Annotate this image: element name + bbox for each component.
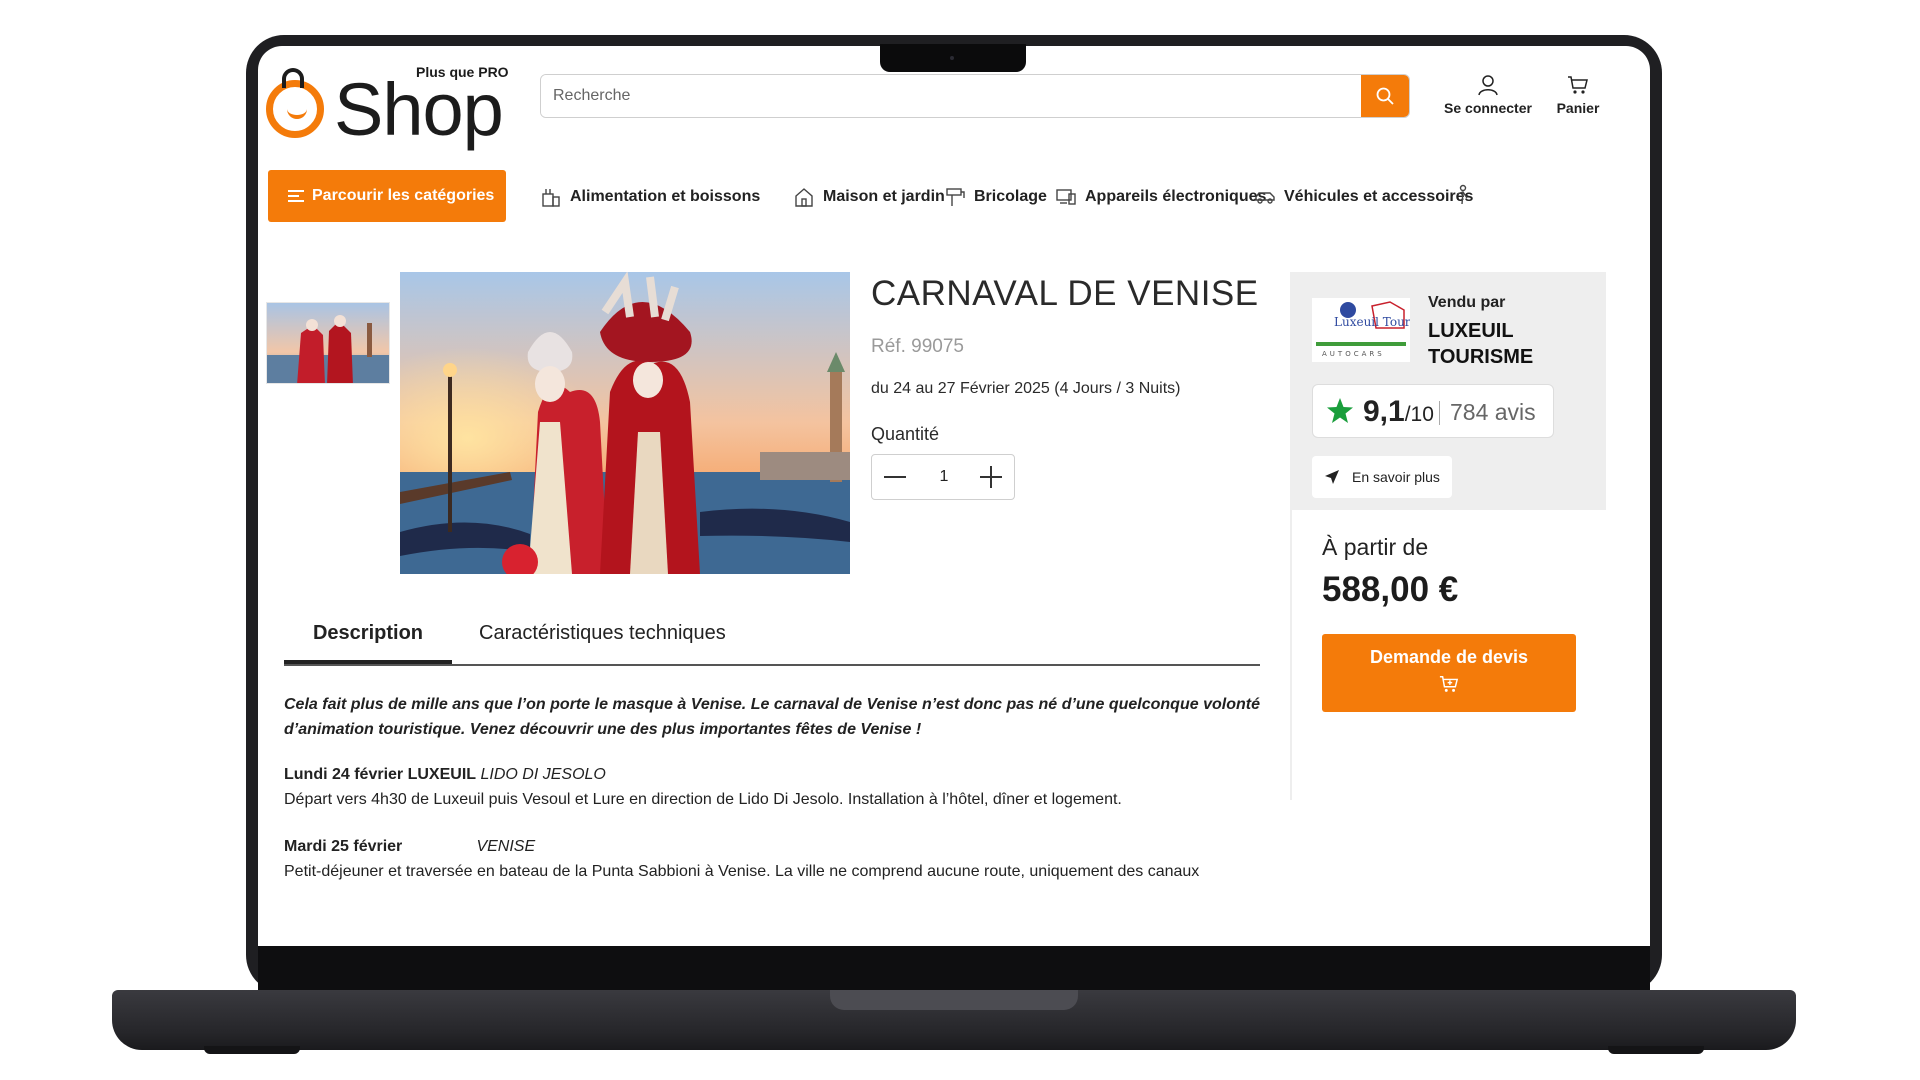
price-from-label: À partir de bbox=[1322, 534, 1429, 560]
itinerary-day: Lundi 24 février LUXEUIL LIDO DI JESOLO … bbox=[284, 762, 1260, 812]
cart-add-icon bbox=[1439, 675, 1459, 692]
devices-icon bbox=[1056, 189, 1076, 205]
product-reference: Réf. 99075 bbox=[871, 336, 964, 357]
car-icon bbox=[1255, 192, 1275, 204]
nav-item-overflow[interactable] bbox=[1452, 184, 1474, 210]
rating-divider bbox=[1439, 401, 1440, 425]
day-place: LIDO DI JESOLO bbox=[480, 766, 606, 783]
carnival-thumbnail-image bbox=[267, 303, 389, 383]
day-title: Mardi 25 février bbox=[284, 838, 403, 855]
sold-by-label: Vendu par bbox=[1428, 294, 1506, 311]
search-bar bbox=[540, 74, 1410, 118]
laptop-foot-right bbox=[1608, 1046, 1704, 1054]
day-place: VENISE bbox=[476, 838, 536, 855]
camera-notch bbox=[880, 44, 1026, 72]
cart-icon bbox=[1568, 76, 1588, 94]
tab-description[interactable]: Description bbox=[284, 598, 452, 664]
carnival-venice-image bbox=[400, 272, 850, 574]
nav-item-label: Appareils électroniques bbox=[1085, 188, 1267, 205]
product-title: CARNAVAL DE VENISE bbox=[871, 274, 1259, 313]
product-main-image[interactable] bbox=[400, 272, 850, 574]
description-content: Cela fait plus de mille ans que l’on por… bbox=[284, 692, 1260, 884]
star-icon bbox=[1327, 398, 1353, 423]
login-label: Se connecter bbox=[1444, 100, 1532, 116]
nav-item-label: Bricolage bbox=[974, 188, 1047, 205]
request-quote-label: Demande de devis bbox=[1369, 646, 1529, 667]
rating-score: 9,1/10 bbox=[1363, 395, 1434, 428]
rating-badge[interactable]: 9,1/10 784 avis bbox=[1312, 384, 1554, 438]
food-icon bbox=[542, 189, 560, 207]
browse-categories-label: Parcourir les catégories bbox=[312, 187, 495, 204]
product-tabs: Description Caractéristiques techniques bbox=[284, 598, 1260, 666]
nav-item-label: Maison et jardin bbox=[823, 188, 945, 205]
base-groove bbox=[830, 990, 1078, 1010]
day-text: Petit-déjeuner et traversée en bateau de… bbox=[284, 863, 1200, 880]
decrease-quantity-button[interactable] bbox=[872, 455, 918, 499]
nav-item-label: Véhicules et accessoires bbox=[1284, 188, 1474, 205]
nav-item-home-garden[interactable]: Maison et jardin bbox=[793, 184, 945, 210]
logo-handle bbox=[282, 68, 304, 88]
product-thumbnail[interactable] bbox=[266, 302, 390, 384]
logo-bag-icon bbox=[266, 80, 324, 138]
learn-more-label: En savoir plus bbox=[1352, 469, 1440, 485]
logo-smile bbox=[287, 109, 307, 119]
nav-item-label: Alimentation et boissons bbox=[570, 188, 761, 205]
laptop-base bbox=[112, 990, 1796, 1050]
day-text: Départ vers 4h30 de Luxeuil puis Vesoul … bbox=[284, 791, 1122, 808]
nav-item-food[interactable]: Alimentation et boissons bbox=[540, 184, 760, 210]
camera-dot bbox=[950, 56, 954, 60]
search-input[interactable] bbox=[541, 75, 1361, 117]
seller-name[interactable]: LUXEUIL TOURISME bbox=[1428, 318, 1578, 370]
login-button[interactable]: Se connecter bbox=[1438, 74, 1538, 116]
cart-label: Panier bbox=[1556, 100, 1600, 116]
itinerary-day: Mardi 25 février VENISE Petit-déjeuner e… bbox=[284, 834, 1260, 884]
rating-scale: /10 bbox=[1404, 403, 1434, 426]
laptop-foot-left bbox=[204, 1046, 300, 1054]
price-value: 588,00 € bbox=[1322, 570, 1459, 609]
shop-logo[interactable]: Plus que PRO Shop bbox=[266, 58, 516, 150]
increase-quantity-button[interactable] bbox=[968, 455, 1014, 499]
nav-item-diy[interactable]: Bricolage bbox=[944, 184, 1047, 210]
seller-panel: Luxeuil Tourisme AUTOCARS Vendu par LUXE… bbox=[1290, 272, 1606, 510]
nav-item-electronics[interactable]: Appareils électroniques bbox=[1055, 184, 1266, 210]
product-dates: du 24 au 27 Février 2025 (4 Jours / 3 Nu… bbox=[871, 380, 1181, 397]
luxeuil-tourisme-logo: Luxeuil Tourisme AUTOCARS bbox=[1316, 301, 1410, 358]
day-title: Lundi 24 février LUXEUIL bbox=[284, 766, 477, 783]
tab-technical[interactable]: Caractéristiques techniques bbox=[479, 598, 726, 664]
seller-logo[interactable]: Luxeuil Tourisme AUTOCARS bbox=[1312, 298, 1410, 362]
quantity-stepper: 1 bbox=[871, 454, 1015, 500]
house-icon bbox=[795, 188, 813, 207]
search-button[interactable] bbox=[1361, 75, 1409, 117]
menu-icon bbox=[288, 190, 304, 202]
description-intro: Cela fait plus de mille ans que l’on por… bbox=[284, 696, 1260, 738]
quantity-label: Quantité bbox=[871, 424, 940, 444]
quantity-value[interactable]: 1 bbox=[918, 455, 970, 499]
nav-item-vehicles[interactable]: Véhicules et accessoires bbox=[1254, 184, 1473, 210]
tools-icon bbox=[946, 188, 965, 206]
learn-more-button[interactable]: En savoir plus bbox=[1312, 456, 1452, 498]
user-icon bbox=[1478, 75, 1498, 96]
person-icon bbox=[1456, 184, 1468, 205]
price-panel: À partir de 588,00 € Demande de devis bbox=[1290, 510, 1606, 800]
review-count: 784 avis bbox=[1450, 399, 1536, 425]
screen-bezel-bottom bbox=[258, 946, 1650, 990]
logo-text: Luxeuil Tourisme bbox=[1334, 315, 1410, 329]
request-quote-button[interactable]: Demande de devis bbox=[1322, 634, 1576, 712]
logo-subtext: AUTOCARS bbox=[1322, 350, 1385, 358]
browser-screen: Plus que PRO Shop Se connecter Panier Pa… bbox=[258, 46, 1650, 946]
logo-wordmark: Shop bbox=[334, 68, 504, 151]
cart-button[interactable]: Panier bbox=[1548, 74, 1608, 116]
send-icon bbox=[1325, 470, 1339, 484]
browse-categories-button[interactable]: Parcourir les catégories bbox=[268, 170, 506, 222]
search-icon bbox=[1376, 87, 1394, 105]
